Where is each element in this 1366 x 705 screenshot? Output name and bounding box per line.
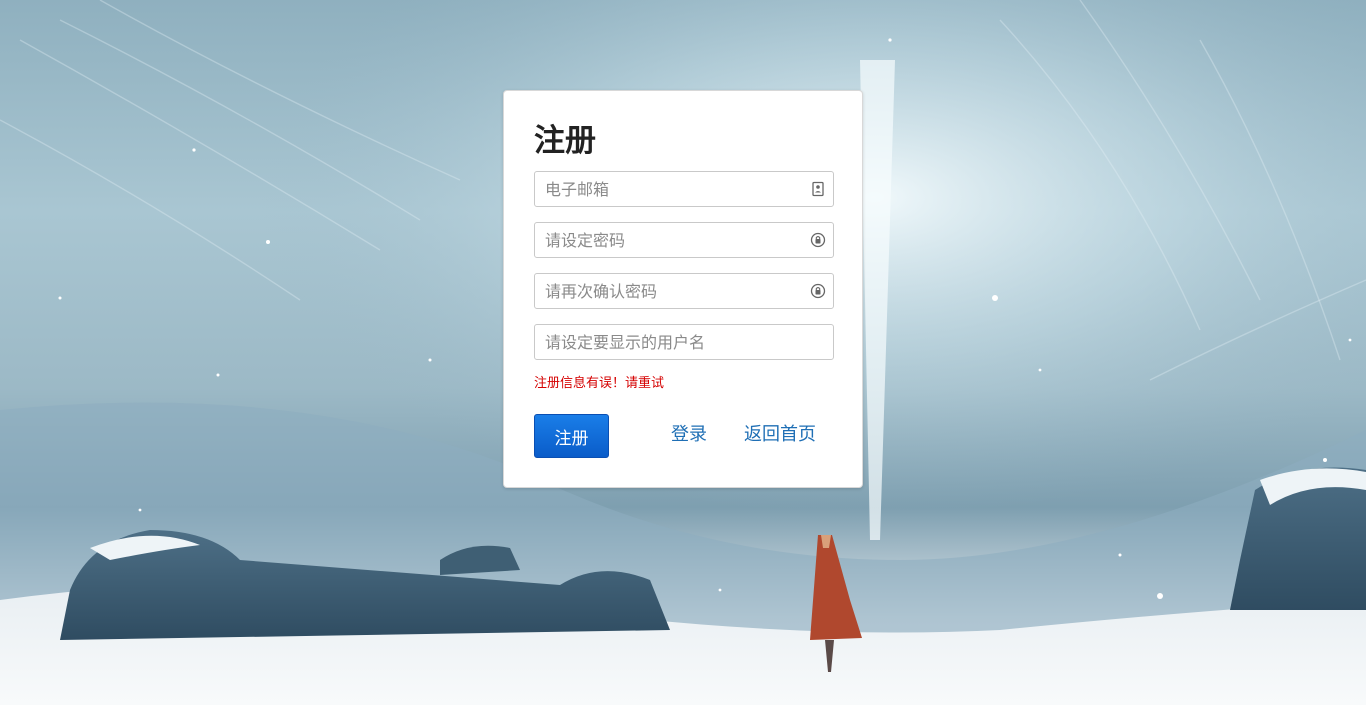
error-message: 注册信息有误！请重试 — [534, 376, 665, 391]
contact-card-icon — [810, 181, 826, 197]
login-link[interactable]: 登录 — [671, 423, 707, 447]
username-field-wrapper — [534, 324, 834, 360]
register-card: 注册 电子邮箱 请设定要显示的用户名 注册信息有误！请重试 注册 登录 返回首页 — [503, 90, 863, 488]
confirm-password-input[interactable] — [535, 274, 833, 308]
lock-icon — [810, 232, 826, 248]
page-title: 注册 — [534, 123, 596, 159]
lock-icon — [810, 283, 826, 299]
home-link[interactable]: 返回首页 — [744, 423, 816, 447]
register-button[interactable]: 注册 — [534, 414, 609, 458]
password-input[interactable] — [535, 223, 833, 257]
email-field-wrapper — [534, 171, 834, 207]
email-input[interactable] — [535, 172, 833, 206]
confirm-password-field-wrapper — [534, 273, 834, 309]
username-input[interactable] — [535, 325, 833, 359]
password-field-wrapper — [534, 222, 834, 258]
